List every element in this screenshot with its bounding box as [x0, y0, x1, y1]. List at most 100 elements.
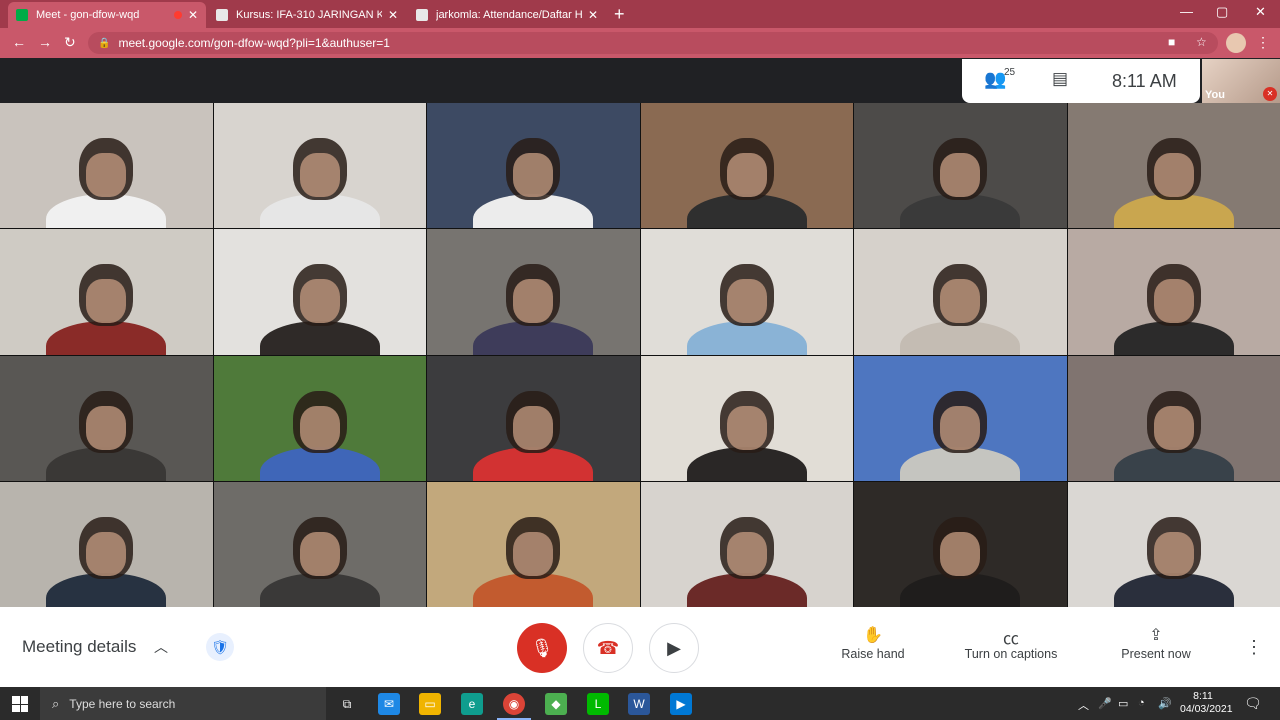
participant-video-tile[interactable] [1067, 229, 1280, 355]
taskbar-clock[interactable]: 8:11 04/03/2021 [1180, 690, 1233, 716]
participant-face [940, 153, 981, 198]
chat-icon[interactable]: ▤ [1052, 69, 1068, 89]
participant-video-tile[interactable] [1067, 355, 1280, 481]
reload-icon[interactable]: ↻ [64, 34, 76, 51]
present-label: Present now [1121, 647, 1191, 661]
back-icon[interactable]: ← [12, 34, 26, 50]
muted-mic-icon: ✕ [1263, 87, 1277, 101]
participant-face [513, 153, 554, 198]
close-tab-icon[interactable]: ✕ [188, 8, 198, 22]
meeting-details-button[interactable]: Meeting details [22, 637, 136, 657]
mic-off-icon: 🎙 [530, 637, 554, 658]
close-window-icon[interactable]: ✕ [1255, 4, 1266, 20]
participant-face [940, 405, 981, 450]
forward-icon[interactable]: → [38, 34, 52, 50]
participant-video-tile[interactable] [427, 481, 640, 607]
word-icon[interactable]: W [628, 693, 650, 715]
edge-icon[interactable]: e [461, 693, 483, 715]
participant-face [726, 405, 767, 450]
windows-start-icon[interactable] [12, 696, 28, 712]
more-options-icon[interactable]: ⋮ [1245, 637, 1263, 658]
participant-video-tile[interactable] [1067, 481, 1280, 607]
participant-video-tile[interactable] [640, 229, 853, 355]
participant-face [1153, 405, 1194, 450]
taskbar-search[interactable]: ⌕ Type here to search [40, 687, 326, 720]
leave-call-button[interactable]: ☎ [583, 623, 633, 673]
participant-video-tile[interactable] [427, 229, 640, 355]
browser-menu-icon[interactable]: ⋮ [1256, 34, 1270, 51]
participant-video-tile[interactable] [427, 355, 640, 481]
camera-toggle-button[interactable]: ▶ [649, 623, 699, 673]
file-explorer-icon[interactable]: ▭ [419, 693, 441, 715]
battery-icon[interactable]: ▭ [1118, 697, 1128, 710]
meeting-clock: 8:11 AM [1112, 71, 1177, 91]
participant-video-tile[interactable] [0, 355, 213, 481]
notification-center-icon[interactable]: 🗨 [1244, 695, 1262, 712]
participant-face [1153, 279, 1194, 324]
tab-strip: Meet - gon-dfow-wqd ✕ Kursus: IFA-310 JA… [0, 0, 1280, 28]
url-field[interactable]: 🔒 meet.google.com/gon-dfow-wqd?pli=1&aut… [88, 32, 1218, 54]
lock-icon: 🔒 [98, 37, 111, 49]
participant-video-tile[interactable] [854, 481, 1067, 607]
participant-video-tile[interactable] [0, 481, 213, 607]
participant-video-tile[interactable] [640, 355, 853, 481]
raise-hand-button[interactable]: ✋ Raise hand [838, 625, 908, 661]
search-placeholder: Type here to search [69, 696, 176, 711]
video-grid [0, 103, 1280, 607]
participant-face [940, 531, 981, 576]
participant-video-tile[interactable] [1067, 103, 1280, 229]
tab-meet[interactable]: Meet - gon-dfow-wqd ✕ [8, 2, 206, 28]
participant-face [726, 153, 767, 198]
participant-video-tile[interactable] [854, 355, 1067, 481]
chevron-up-icon[interactable]: ︿ [154, 637, 168, 657]
participant-video-tile[interactable] [0, 103, 213, 229]
volume-icon[interactable]: 🔊 [1158, 697, 1172, 710]
tray-chevron-icon[interactable]: ︿ [1078, 697, 1089, 713]
present-now-button[interactable]: ⇪ Present now [1118, 625, 1194, 661]
participant-video-tile[interactable] [213, 481, 426, 607]
participant-video-tile[interactable] [854, 103, 1067, 229]
self-view-tile[interactable]: You ✕ [1202, 59, 1280, 103]
meet-favicon-icon [16, 9, 28, 21]
security-shield-icon[interactable]: 🛡 [206, 633, 234, 661]
hang-up-icon: ☎ [596, 637, 620, 658]
participant-video-tile[interactable] [213, 103, 426, 229]
close-tab-icon[interactable]: ✕ [388, 8, 398, 22]
minimize-icon[interactable]: — [1180, 4, 1193, 19]
new-tab-icon[interactable]: + [614, 4, 625, 25]
address-bar-row: ← → ↻ 🔒 meet.google.com/gon-dfow-wqd?pli… [0, 28, 1280, 58]
task-view-icon[interactable]: ⧉ [336, 693, 358, 715]
chrome-icon[interactable]: ◉ [503, 693, 525, 715]
participant-video-tile[interactable] [640, 103, 853, 229]
media-player-icon[interactable]: ▶ [670, 693, 692, 715]
microphone-tray-icon[interactable]: 🎤 [1098, 697, 1112, 710]
captions-button[interactable]: ㏄ Turn on captions [958, 625, 1064, 661]
maximize-icon[interactable]: ▢ [1216, 4, 1228, 20]
app-icon[interactable]: ◆ [545, 693, 567, 715]
close-tab-icon[interactable]: ✕ [588, 8, 598, 22]
mail-icon[interactable]: ✉ [378, 693, 400, 715]
participant-video-tile[interactable] [213, 355, 426, 481]
participant-video-tile[interactable] [0, 229, 213, 355]
hand-icon: ✋ [863, 627, 883, 644]
wifi-icon[interactable]: ◔ [1138, 697, 1145, 709]
participant-face [513, 279, 554, 324]
tab-kursus[interactable]: Kursus: IFA-310 JARINGAN KOMP ✕ [208, 2, 406, 28]
participant-face [299, 531, 340, 576]
participant-count: 25 [1004, 67, 1016, 78]
profile-avatar[interactable] [1226, 33, 1246, 53]
bookmark-star-icon[interactable]: ☆ [1196, 35, 1207, 49]
participant-face [1153, 153, 1194, 198]
page-favicon-icon [416, 9, 428, 21]
tab-jarkomla[interactable]: jarkomla: Attendance/Daftar Had ✕ [408, 2, 606, 28]
participant-face [299, 153, 340, 198]
participant-video-tile[interactable] [213, 229, 426, 355]
meet-controls-bar: Meeting details ︿ 🛡 🎙 ☎ ▶ ✋ Raise hand ㏄… [0, 607, 1280, 687]
camera-in-use-icon[interactable]: ■ [1168, 35, 1175, 49]
participant-video-tile[interactable] [854, 229, 1067, 355]
participant-video-tile[interactable] [640, 481, 853, 607]
participant-face [726, 279, 767, 324]
participant-video-tile[interactable] [427, 103, 640, 229]
line-icon[interactable]: L [587, 693, 609, 715]
microphone-toggle-button[interactable]: 🎙 [517, 623, 567, 673]
